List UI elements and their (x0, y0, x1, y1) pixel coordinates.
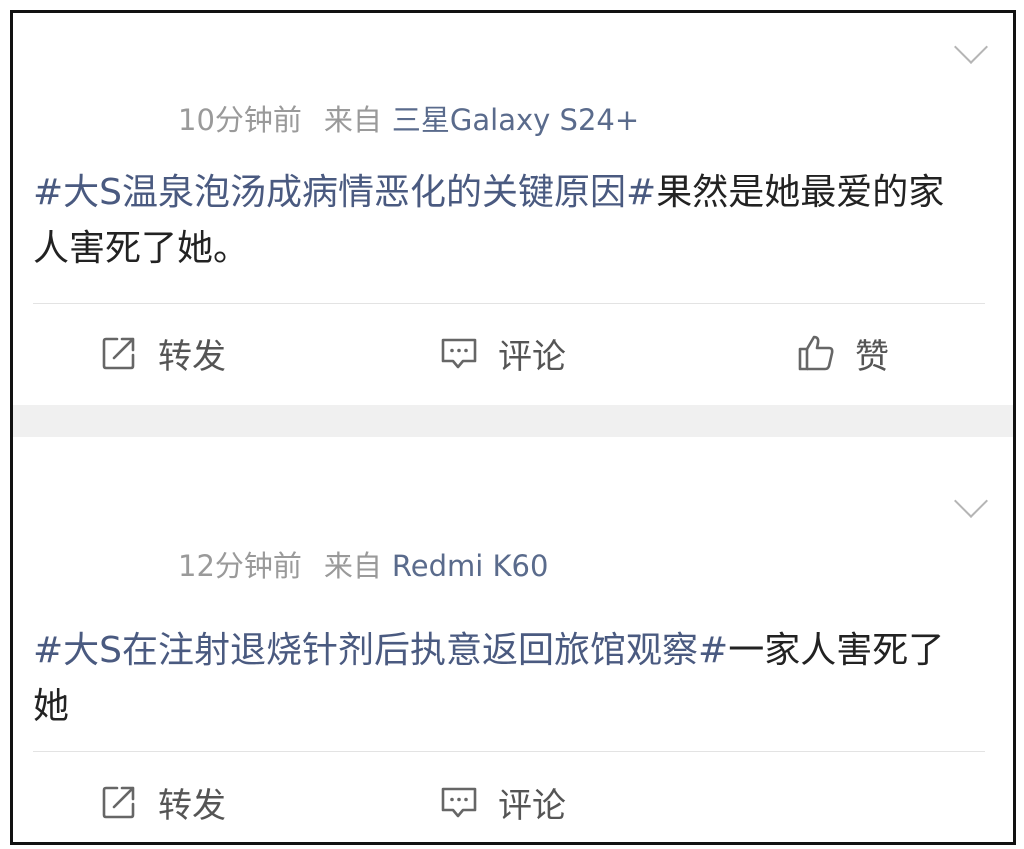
feed-frame: 10分钟前 来自 三星Galaxy S24+ #大S温泉泡汤成病情恶化的关键原因#果… (10, 10, 1016, 845)
chevron-down-icon[interactable] (954, 30, 988, 64)
like-label: 赞 (855, 336, 889, 377)
post-time: 10分钟前 (178, 103, 302, 137)
hashtag-link[interactable]: #大S温泉泡汤成病情恶化的关键原因# (33, 172, 656, 213)
comment-label: 评论 (498, 336, 566, 377)
repost-button[interactable]: 转发 (98, 772, 226, 832)
weibo-post: 10分钟前 来自 三星Galaxy S24+ #大S温泉泡汤成病情恶化的关键原因#果… (13, 13, 1013, 405)
action-bar: 转发 评论 赞 (13, 323, 1013, 383)
thumbs-up-icon (798, 335, 834, 371)
post-content: #大S在注射退烧针剂后执意返回旅馆观察#一家人害死了她 (33, 623, 963, 735)
like-button[interactable]: 赞 (795, 323, 889, 383)
post-content: #大S温泉泡汤成病情恶化的关键原因#果然是她最爱的家人害死了她。 (33, 165, 963, 277)
divider (33, 751, 985, 752)
post-meta: 12分钟前 来自 Redmi K60 (178, 543, 548, 585)
source-label: 来自 (323, 549, 382, 583)
hashtag-link[interactable]: #大S在注射退烧针剂后执意返回旅馆观察# (33, 630, 728, 671)
repost-label: 转发 (158, 336, 226, 377)
post-time: 12分钟前 (178, 549, 302, 583)
repost-button[interactable]: 转发 (98, 323, 226, 383)
source-device[interactable]: 三星Galaxy S24+ (392, 103, 639, 137)
post-separator (13, 405, 1013, 437)
comment-label: 评论 (498, 785, 566, 826)
comment-button[interactable]: 评论 (438, 323, 566, 383)
action-bar: 转发 评论 (13, 772, 1013, 832)
divider (33, 303, 985, 304)
chevron-down-icon[interactable] (954, 484, 988, 518)
source-label: 来自 (323, 103, 382, 137)
repost-label: 转发 (158, 785, 226, 826)
source-device[interactable]: Redmi K60 (392, 549, 549, 583)
comment-button[interactable]: 评论 (438, 772, 566, 832)
comment-icon (441, 787, 477, 818)
share-icon (102, 786, 135, 819)
weibo-post: 12分钟前 来自 Redmi K60 #大S在注射退烧针剂后执意返回旅馆观察#一家人… (13, 437, 1013, 842)
comment-icon (441, 338, 477, 369)
share-icon (102, 337, 135, 370)
post-meta: 10分钟前 来自 三星Galaxy S24+ (178, 97, 639, 139)
